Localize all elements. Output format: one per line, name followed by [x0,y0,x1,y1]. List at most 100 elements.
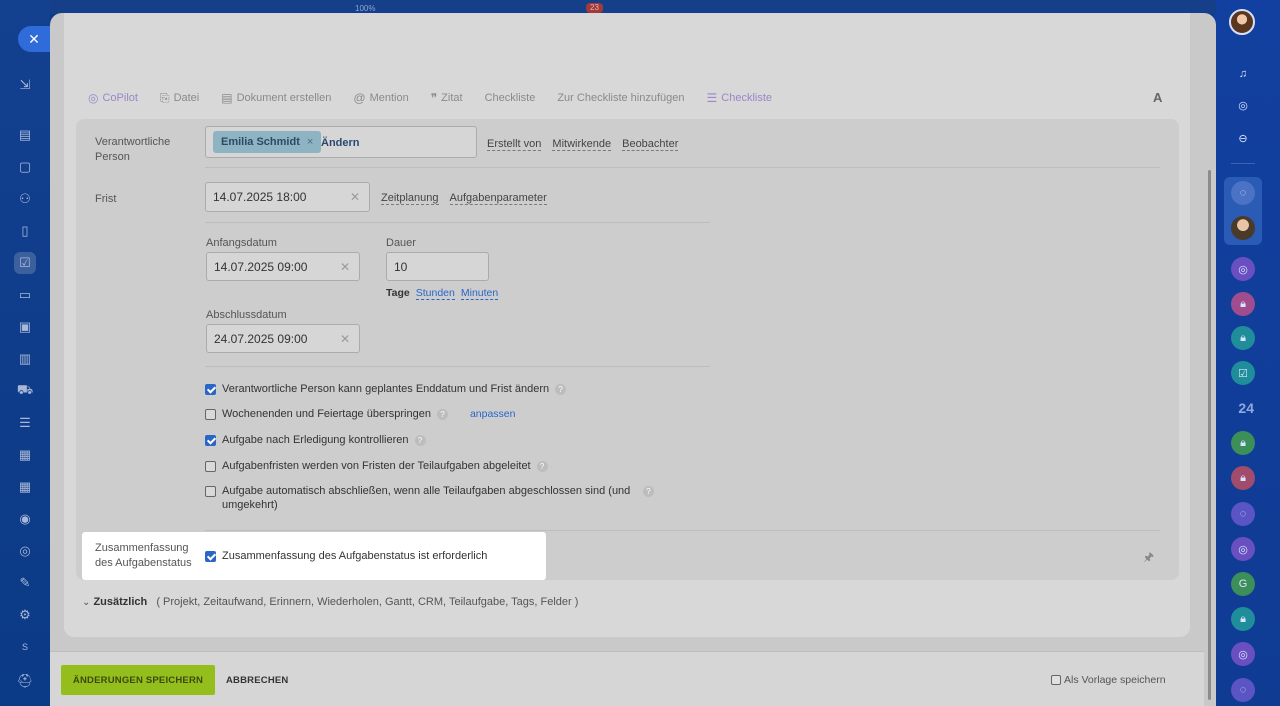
lock-icon[interactable]: 🔒︎ [1231,466,1255,490]
help-icon[interactable]: ? [414,435,426,446]
robot-icon[interactable]: ◉ [14,508,36,530]
chat-avatar[interactable] [1231,216,1255,240]
change-button[interactable]: Ändern [321,137,360,149]
chat-icon[interactable]: ▢ [14,156,36,178]
support-icon[interactable]: ⛑ [14,670,36,692]
lock-icon[interactable]: 🔒︎ [1231,292,1255,316]
lock-icon[interactable]: 🔒︎ [1231,326,1255,350]
task-parameters-link[interactable]: Aufgabenparameter [449,192,547,205]
unit-minutes[interactable]: Minuten [460,287,499,300]
chat-avatar[interactable]: ◌ [1231,181,1255,205]
end-date-input[interactable]: 24.07.2025 09:00 ✕ [206,324,360,353]
pin-icon[interactable]: 🖈︎ [1143,548,1154,569]
calendar-icon[interactable]: ▦ [14,476,36,498]
chat-avatar[interactable]: G [1231,572,1255,596]
scheduling-link[interactable]: Zeitplanung [381,192,439,205]
copilot-chat-icon[interactable]: ◎ [1231,642,1255,666]
cart-icon[interactable]: ⛟ [14,380,36,402]
duration-value: 10 [394,259,408,274]
users-icon[interactable]: ⚇ [14,188,36,210]
filter-icon[interactable]: ☰ [14,412,36,434]
copilot-chat-icon[interactable]: ◎ [1231,537,1255,561]
start-date-input[interactable]: 14.07.2025 09:00 ✕ [206,252,360,281]
task-chat-icon[interactable]: ☑ [1231,361,1255,385]
participants-link[interactable]: Mitwirkende [552,138,612,151]
quote-icon: ❞ [430,91,438,105]
toolbar-file[interactable]: ⎘ Datei [160,91,199,106]
chat-avatar[interactable]: ◌ [1231,678,1255,702]
edit-icon[interactable]: ✎ [14,572,36,594]
chevron-down-icon: ⌄ [82,597,91,608]
checkbox[interactable] [1051,675,1061,685]
help-icon[interactable]: ? [555,384,567,395]
checkbox[interactable] [205,486,216,497]
card-icon[interactable]: ▭ [14,284,36,306]
option-label: Zusammenfassung des Aufgabenstatus ist e… [222,550,488,562]
deadline-input[interactable]: 14.07.2025 18:00 ✕ [205,182,370,212]
save-as-template-option[interactable]: Als Vorlage speichern [1051,674,1166,686]
lock-icon[interactable]: 🔒︎ [1231,431,1255,455]
toolbar-copilot[interactable]: ◎ CoPilot [88,91,138,105]
collapse-icon[interactable]: ⇲ [14,74,36,96]
help-icon[interactable]: ? [436,409,448,420]
text-format-button[interactable]: A [1153,90,1162,105]
unit-days[interactable]: Tage [386,287,410,300]
search-icon[interactable]: ⊖ [1231,126,1255,150]
customize-link[interactable]: anpassen [470,407,516,421]
toolbar-checklist-ai[interactable]: ☰ Checkliste [707,91,773,105]
clear-icon[interactable]: ✕ [340,260,350,274]
cancel-button[interactable]: ABBRECHEN [226,675,289,686]
option-skip-weekends[interactable]: Wochenenden und Feiertage überspringen ?… [205,407,516,421]
copilot-chat-icon[interactable]: ◎ [1231,257,1255,281]
checkbox[interactable] [205,409,216,420]
lock-icon[interactable]: 🔒︎ [1231,607,1255,631]
settings-icon[interactable]: ⚙ [14,604,36,626]
option-auto-complete[interactable]: Aufgabe automatisch abschließen, wenn al… [205,484,665,512]
chart-icon[interactable]: ▥ [14,348,36,370]
remove-tag-icon[interactable]: × [307,136,313,148]
user-avatar[interactable] [1229,9,1255,35]
toolbar-create-document[interactable]: ▤ Dokument erstellen [221,91,331,105]
end-date-value: 24.07.2025 09:00 [214,331,308,346]
option-derive-deadlines[interactable]: Aufgabenfristen werden von Fristen der T… [205,459,548,473]
toolbar-mention[interactable]: @ Mention [353,91,408,105]
responsible-tag[interactable]: Emilia Schmidt × [213,131,322,153]
summary-required-option[interactable]: Zusammenfassung des Aufgabenstatus ist e… [205,549,487,563]
help-icon[interactable]: ? [536,461,548,472]
bitrix24-icon[interactable]: 24 [1238,400,1254,416]
chat-avatar[interactable]: ◌ [1231,502,1255,526]
checkbox[interactable] [205,435,216,446]
duration-input[interactable]: 10 [386,252,489,281]
copilot-icon[interactable]: ◎ [1231,93,1255,117]
copilot-icon[interactable]: ◎ [14,540,36,562]
tasks-icon[interactable]: ☑ [14,252,36,274]
scrollbar[interactable] [1208,170,1211,700]
divider [205,366,710,367]
option-can-change-deadline[interactable]: Verantwortliche Person kann geplantes En… [205,382,567,396]
option-control-after-completion[interactable]: Aufgabe nach Erledigung kontrollieren ? [205,433,426,447]
checkbox[interactable] [205,551,216,562]
checkbox[interactable] [205,384,216,395]
clear-icon[interactable]: ✕ [340,332,350,346]
toolbar-checklist[interactable]: Checkliste [485,92,536,104]
additional-section[interactable]: ⌄ Zusätzlich ( Projekt, Zeitaufwand, Eri… [82,596,578,608]
observers-link[interactable]: Beobachter [622,138,679,151]
toolbar-quote[interactable]: ❞ Zitat [431,91,463,105]
bell-icon[interactable]: ♫ [1231,62,1255,86]
responsible-field[interactable]: Emilia Schmidt × Ändern [205,126,477,158]
save-changes-button[interactable]: ÄNDERUNGEN SPEICHERN [61,665,215,695]
clear-icon[interactable]: ✕ [350,190,360,204]
unit-hours[interactable]: Stunden [415,287,455,300]
checkbox[interactable] [205,461,216,472]
close-icon[interactable]: ✕ [18,26,50,52]
created-by-link[interactable]: Erstellt von [487,138,542,151]
sites-icon[interactable]: S [14,636,36,658]
toolbar-label: Datei [173,92,200,104]
toolbar-label: Dokument erstellen [236,92,332,104]
file-icon[interactable]: ▯ [14,220,36,242]
monitor-icon[interactable]: ▦ [14,444,36,466]
toolbar-add-to-checklist[interactable]: Zur Checkliste hinzufügen [557,92,684,104]
document-icon[interactable]: ▤ [14,124,36,146]
help-icon[interactable]: ? [643,486,654,497]
screen-icon[interactable]: ▣ [14,316,36,338]
